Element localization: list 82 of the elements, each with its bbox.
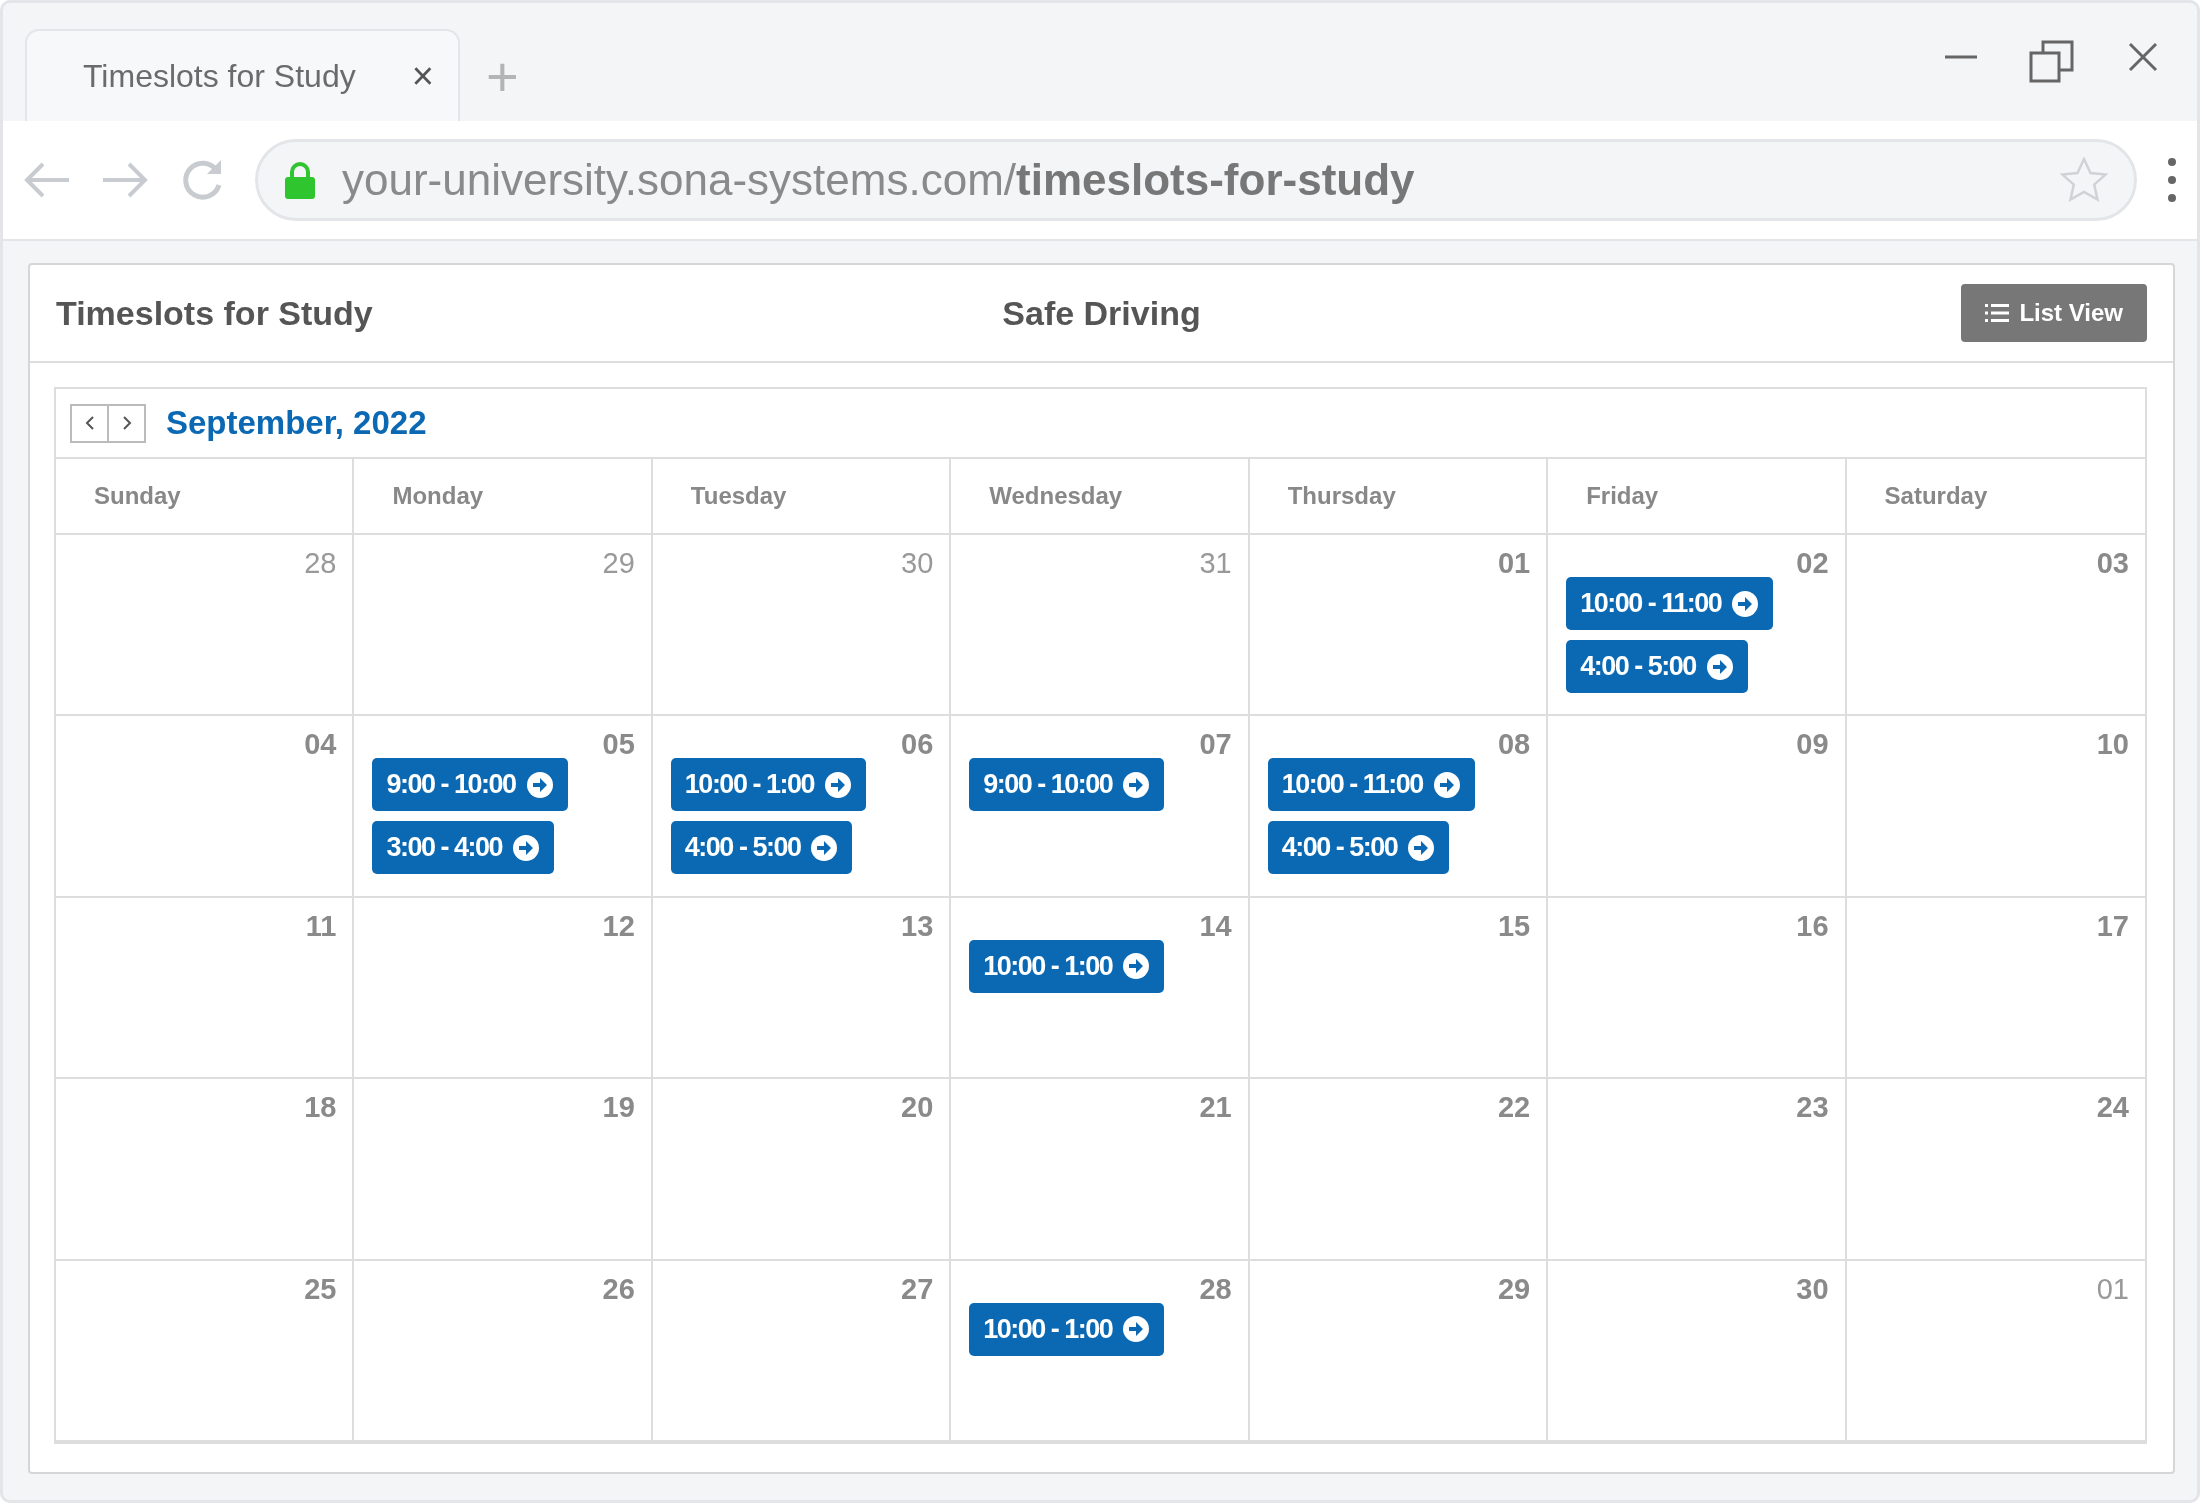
timeslot-button[interactable]: 9:00 - 10:00 <box>372 758 568 812</box>
day-number: 01 <box>1497 547 1531 580</box>
arrow-circle-icon <box>512 833 540 862</box>
weekday-label: Thursday <box>1287 482 1396 510</box>
day-number: 01 <box>2096 1272 2129 1306</box>
day-number: 17 <box>2096 909 2129 943</box>
day-number: 22 <box>1497 1091 1531 1125</box>
day-number: 29 <box>1497 1272 1531 1306</box>
list-icon <box>1985 303 2010 323</box>
day-number: 09 <box>1796 728 1829 762</box>
day-number: 10 <box>2096 728 2129 762</box>
tab-title: Timeslots for Study <box>83 57 356 95</box>
day-number: 04 <box>304 728 337 762</box>
day-number: 25 <box>304 1272 337 1306</box>
day-number: 24 <box>2096 1091 2129 1125</box>
day-number: 30 <box>1796 1272 1829 1306</box>
weekday-label: Friday <box>1586 482 1659 510</box>
arrow-circle-icon <box>1731 589 1760 618</box>
arrow-circle-icon <box>525 770 554 799</box>
timeslot-button[interactable]: 4:00 - 5:00 <box>1267 821 1450 875</box>
timeslot-button[interactable]: 3:00 - 4:00 <box>372 821 554 875</box>
day-number: 23 <box>1796 1091 1829 1125</box>
arrow-circle-icon <box>1122 952 1151 981</box>
day-number: 14 <box>1199 909 1232 943</box>
address-bar[interactable]: your-university.sona-systems.com/timeslots-for-study <box>255 139 2137 221</box>
day-number: 08 <box>1497 728 1531 762</box>
url-text: your-university.sona-systems.com/timeslots-for-study <box>342 155 1415 205</box>
day-number: 20 <box>901 1091 934 1125</box>
browser-tab[interactable]: Timeslots for Study × <box>25 29 460 121</box>
weekday-label: Monday <box>392 482 484 510</box>
timeslot-button[interactable]: 10:00 - 1:00 <box>670 758 866 812</box>
timeslot-button[interactable]: 10:00 - 11:00 <box>1267 758 1475 812</box>
arrow-circle-icon <box>1122 770 1151 799</box>
timeslot-button[interactable]: 10:00 - 11:00 <box>1566 577 1774 630</box>
timeslot-button[interactable]: 10:00 - 1:00 <box>969 939 1165 993</box>
star-icon[interactable] <box>2060 157 2108 203</box>
next-month-button[interactable] <box>107 403 146 443</box>
list-view-button[interactable]: List View <box>1961 284 2147 342</box>
day-number: 12 <box>602 909 635 943</box>
day-number: 02 <box>1796 547 1829 580</box>
day-number: 18 <box>304 1091 337 1125</box>
weekday-label: Wednesday <box>989 482 1123 510</box>
day-number: 21 <box>1199 1091 1232 1125</box>
day-number: 13 <box>901 909 934 943</box>
day-number: 05 <box>602 728 635 762</box>
arrow-circle-icon <box>1407 833 1436 862</box>
study-name: Safe Driving <box>1002 293 1201 333</box>
timeslot-button[interactable]: 4:00 - 5:00 <box>1566 640 1748 693</box>
arrow-circle-icon <box>810 833 839 862</box>
day-number: 28 <box>304 547 337 580</box>
day-number: 31 <box>1199 547 1232 580</box>
weekday-label: Tuesday <box>690 482 787 510</box>
day-number: 03 <box>2096 547 2129 580</box>
chevron-left-icon <box>83 415 96 431</box>
more-menu-icon[interactable] <box>2167 157 2177 203</box>
day-number: 15 <box>1497 909 1531 943</box>
day-number: 26 <box>602 1272 635 1306</box>
day-number: 29 <box>602 547 635 580</box>
padlock-icon <box>284 160 316 200</box>
day-number: 06 <box>901 728 934 762</box>
timeslot-button[interactable]: 4:00 - 5:00 <box>670 821 853 875</box>
tab-close-button[interactable]: × <box>411 54 434 98</box>
day-number: 11 <box>305 909 337 943</box>
page-title: Timeslots for Study <box>56 293 374 333</box>
month-title: September, 2022 <box>166 404 427 442</box>
day-number: 27 <box>901 1272 934 1306</box>
timeslot-button[interactable]: 9:00 - 10:00 <box>969 758 1165 812</box>
timeslot-button[interactable]: 10:00 - 1:00 <box>969 1302 1165 1356</box>
restore-icon[interactable] <box>2029 39 2075 85</box>
previous-month-button[interactable] <box>70 403 109 443</box>
day-number: 16 <box>1796 909 1829 943</box>
day-number: 19 <box>602 1091 635 1125</box>
arrow-circle-icon <box>1705 652 1734 681</box>
day-number: 07 <box>1199 728 1232 762</box>
weekday-label: Saturday <box>1884 482 1988 510</box>
weekday-label: Sunday <box>94 482 181 510</box>
arrow-circle-icon <box>1122 1315 1151 1344</box>
day-number: 28 <box>1199 1272 1232 1306</box>
chevron-right-icon <box>120 415 133 431</box>
day-number: 30 <box>901 547 934 580</box>
arrow-circle-icon <box>823 770 852 799</box>
arrow-circle-icon <box>1432 770 1461 799</box>
